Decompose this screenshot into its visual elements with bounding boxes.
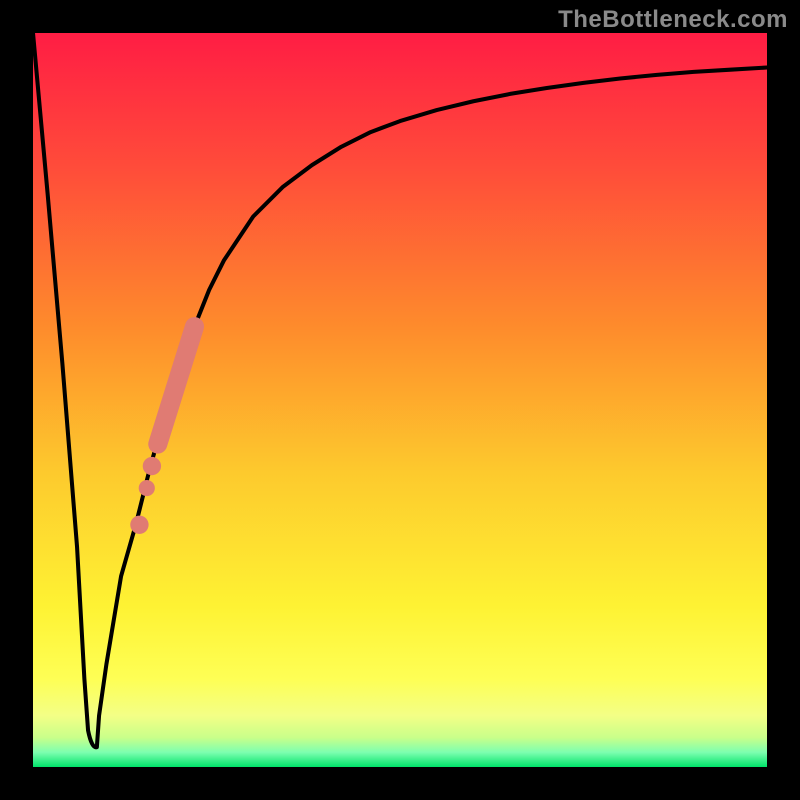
- highlight-dot: [143, 457, 161, 475]
- highlight-dot: [139, 480, 155, 496]
- gradient-background: [33, 33, 767, 767]
- highlight-dot: [130, 516, 148, 534]
- bottleneck-chart: [33, 33, 767, 767]
- chart-frame: TheBottleneck.com: [0, 0, 800, 800]
- watermark-text: TheBottleneck.com: [558, 6, 788, 34]
